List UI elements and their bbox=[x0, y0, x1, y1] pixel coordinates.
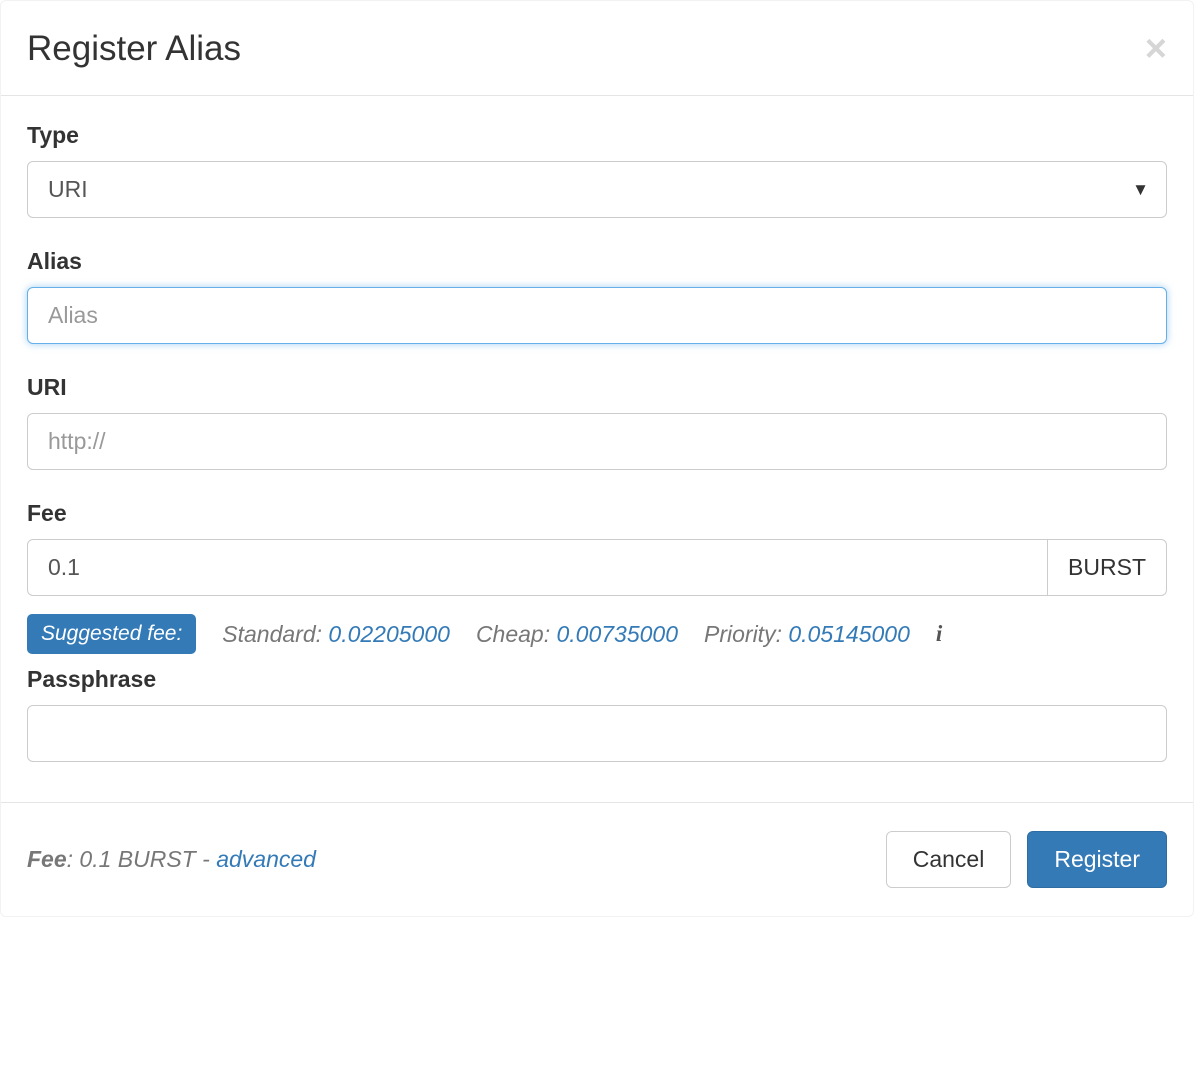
fee-input[interactable] bbox=[27, 539, 1048, 596]
footer-fee-colon: : bbox=[67, 846, 80, 872]
fee-option-standard[interactable]: Standard: 0.02205000 bbox=[222, 621, 450, 648]
modal-footer: Fee: 0.1 BURST - advanced Cancel Registe… bbox=[1, 802, 1193, 916]
modal-body: Type URI ▼ Alias URI Fee BURST Suggeste bbox=[1, 96, 1193, 802]
alias-group: Alias bbox=[27, 248, 1167, 344]
fee-group: Fee BURST Suggested fee: Standard: 0.022… bbox=[27, 500, 1167, 654]
modal-header: Register Alias × bbox=[1, 1, 1193, 96]
fee-standard-label: Standard: bbox=[222, 621, 328, 647]
type-label: Type bbox=[27, 122, 1167, 149]
alias-label: Alias bbox=[27, 248, 1167, 275]
footer-fee-label: Fee bbox=[27, 846, 67, 872]
fee-standard-value: 0.02205000 bbox=[328, 621, 450, 647]
uri-input[interactable] bbox=[27, 413, 1167, 470]
footer-fee-summary: Fee: 0.1 BURST - advanced bbox=[27, 846, 316, 873]
passphrase-label: Passphrase bbox=[27, 666, 1167, 693]
fee-priority-label: Priority: bbox=[704, 621, 788, 647]
fee-priority-value: 0.05145000 bbox=[788, 621, 910, 647]
fee-suggestions: Suggested fee: Standard: 0.02205000 Chea… bbox=[27, 614, 1167, 654]
fee-input-group: BURST bbox=[27, 539, 1167, 596]
fee-option-priority[interactable]: Priority: 0.05145000 bbox=[704, 621, 910, 648]
footer-fee-amount: 0.1 BURST bbox=[79, 846, 195, 872]
fee-cheap-label: Cheap: bbox=[476, 621, 557, 647]
register-button[interactable]: Register bbox=[1027, 831, 1167, 888]
close-icon: × bbox=[1145, 28, 1167, 70]
uri-label: URI bbox=[27, 374, 1167, 401]
fee-option-cheap[interactable]: Cheap: 0.00735000 bbox=[476, 621, 678, 648]
suggested-fee-badge[interactable]: Suggested fee: bbox=[27, 614, 196, 654]
info-icon[interactable]: i bbox=[936, 621, 942, 647]
type-selected-value: URI bbox=[48, 176, 88, 202]
fee-cheap-value: 0.00735000 bbox=[557, 621, 679, 647]
close-button[interactable]: × bbox=[1145, 30, 1167, 68]
alias-input[interactable] bbox=[27, 287, 1167, 344]
type-select[interactable]: URI bbox=[27, 161, 1167, 218]
passphrase-group: Passphrase bbox=[27, 666, 1167, 762]
advanced-link[interactable]: advanced bbox=[216, 846, 316, 872]
fee-label: Fee bbox=[27, 500, 1167, 527]
cancel-button[interactable]: Cancel bbox=[886, 831, 1012, 888]
fee-unit: BURST bbox=[1048, 539, 1167, 596]
passphrase-input[interactable] bbox=[27, 705, 1167, 762]
uri-group: URI bbox=[27, 374, 1167, 470]
type-select-wrapper: URI ▼ bbox=[27, 161, 1167, 218]
register-alias-modal: Register Alias × Type URI ▼ Alias URI Fe… bbox=[0, 0, 1194, 917]
modal-title: Register Alias bbox=[27, 29, 241, 69]
footer-buttons: Cancel Register bbox=[886, 831, 1167, 888]
footer-dash: - bbox=[196, 846, 216, 872]
type-group: Type URI ▼ bbox=[27, 122, 1167, 218]
